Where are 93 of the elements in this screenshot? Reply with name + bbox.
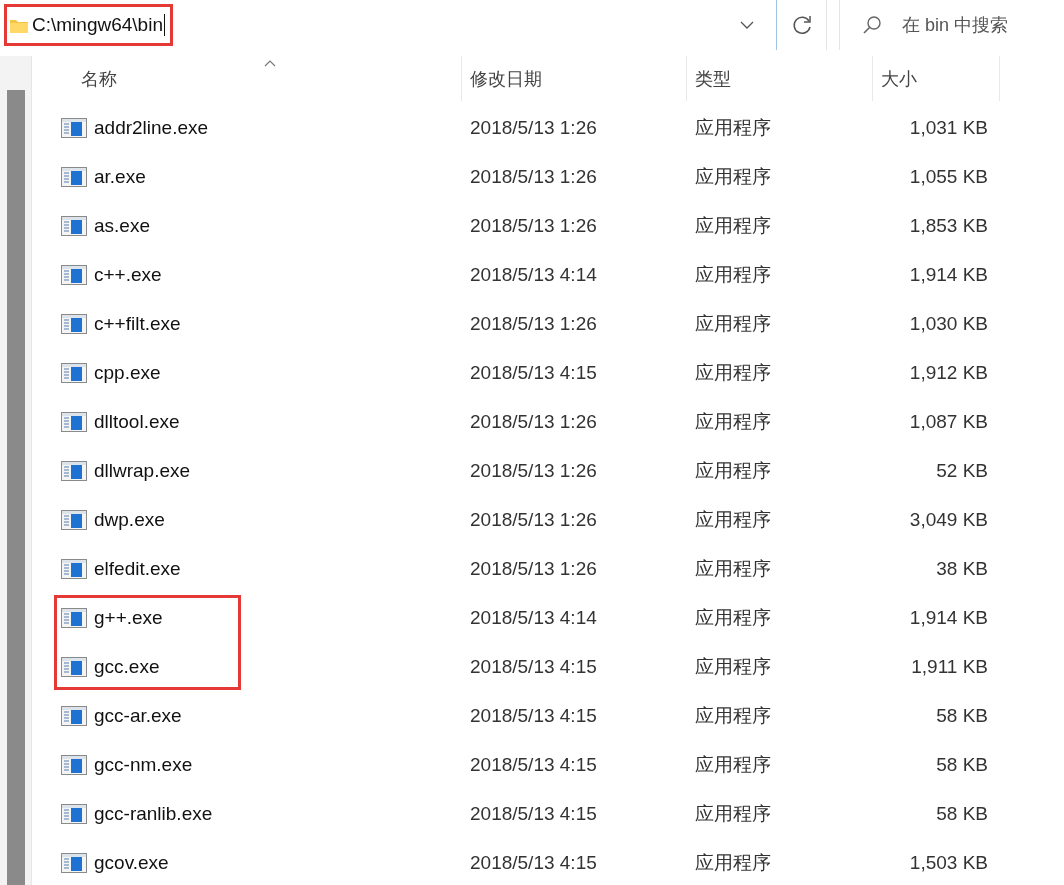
column-header[interactable]: 修改日期 <box>462 56 687 101</box>
type-cell-text: 应用程序 <box>694 360 772 385</box>
size-cell-text: 52 KB <box>935 459 989 482</box>
date-cell-text: 2018/5/13 1:26 <box>469 165 598 188</box>
application-icon <box>61 215 87 236</box>
type-cell-text: 应用程序 <box>694 262 772 287</box>
size-cell-text: 1,503 KB <box>908 851 989 874</box>
type-cell-text: 应用程序 <box>694 850 772 875</box>
file-name[interactable]: gcc-nm.exe <box>94 753 193 776</box>
file-name[interactable]: dwp.exe <box>94 508 165 531</box>
scrollbar[interactable] <box>7 90 25 885</box>
size-cell-text: 1,853 KB <box>908 214 989 237</box>
sort-caret-icon <box>263 60 276 67</box>
type-cell-text: 应用程序 <box>694 213 772 238</box>
type-cell-text: 应用程序 <box>694 164 772 189</box>
type-cell-text: 应用程序 <box>694 752 772 777</box>
application-icon <box>61 117 87 138</box>
size-cell-text: 1,087 KB <box>908 410 989 433</box>
file-name[interactable]: dllwrap.exe <box>94 459 191 482</box>
application-icon <box>61 754 87 775</box>
size-cell-text: 1,030 KB <box>908 312 989 335</box>
folder-icon <box>10 17 28 33</box>
file-name[interactable]: ar.exe <box>94 165 146 188</box>
file-name[interactable]: gcc.exe <box>94 655 160 678</box>
date-cell-text: 2018/5/13 4:14 <box>469 263 598 286</box>
size-cell-text: 1,914 KB <box>908 606 989 629</box>
size-cell-text: 1,912 KB <box>908 361 989 384</box>
type-cell-text: 应用程序 <box>694 311 772 336</box>
date-cell-text: 2018/5/13 1:26 <box>469 410 598 433</box>
file-name[interactable]: c++.exe <box>94 263 162 286</box>
text-cursor <box>163 14 165 36</box>
application-icon <box>61 166 87 187</box>
size-cell-text: 3,049 KB <box>908 508 989 531</box>
size-cell-text: 1,914 KB <box>908 263 989 286</box>
application-icon <box>61 509 87 530</box>
type-cell-text: 应用程序 <box>694 458 772 483</box>
type-cell-text: 应用程序 <box>694 654 772 679</box>
application-icon <box>61 313 87 334</box>
type-cell-text: 应用程序 <box>694 507 772 532</box>
date-cell-text: 2018/5/13 4:15 <box>469 753 598 776</box>
type-cell-text: 应用程序 <box>694 703 772 728</box>
column-header[interactable]: 类型 <box>687 56 873 101</box>
file-name[interactable]: g++.exe <box>94 606 163 629</box>
application-icon <box>61 411 87 432</box>
date-cell-text: 2018/5/13 1:26 <box>469 214 598 237</box>
application-icon <box>61 852 87 873</box>
type-cell-text: 应用程序 <box>694 801 772 826</box>
size-cell-text: 58 KB <box>935 753 989 776</box>
column-header[interactable]: 大小 <box>873 56 1000 101</box>
column-header[interactable]: 名称 <box>32 56 462 101</box>
application-icon <box>61 607 87 628</box>
type-cell-text: 应用程序 <box>694 115 772 140</box>
size-cell-text: 1,055 KB <box>908 165 989 188</box>
application-icon <box>61 264 87 285</box>
size-cell-text: 58 KB <box>935 704 989 727</box>
date-cell-text: 2018/5/13 4:15 <box>469 851 598 874</box>
search-icon <box>862 15 882 35</box>
application-icon <box>61 705 87 726</box>
type-cell-text: 应用程序 <box>694 409 772 434</box>
file-name[interactable]: dlltool.exe <box>94 410 180 433</box>
type-cell-text: 应用程序 <box>694 605 772 630</box>
search-field[interactable]: 在 bin 中搜索 <box>900 13 1054 37</box>
date-cell-text: 2018/5/13 1:26 <box>469 557 598 580</box>
type-cell-text: 应用程序 <box>694 556 772 581</box>
refresh-icon <box>790 14 813 36</box>
date-cell-text: 2018/5/13 1:26 <box>469 116 598 139</box>
application-icon <box>61 460 87 481</box>
date-cell-text: 2018/5/13 1:26 <box>469 459 598 482</box>
size-cell-text: 58 KB <box>935 802 989 825</box>
path-text: C:\mingw64\bin <box>32 14 163 36</box>
date-cell-text: 2018/5/13 4:15 <box>469 655 598 678</box>
date-cell-text: 2018/5/13 1:26 <box>469 508 598 531</box>
date-cell-text: 2018/5/13 4:15 <box>469 704 598 727</box>
date-cell-text: 2018/5/13 4:15 <box>469 802 598 825</box>
application-icon <box>61 803 87 824</box>
file-name[interactable]: c++filt.exe <box>94 312 181 335</box>
application-icon <box>61 656 87 677</box>
file-name[interactable]: gcov.exe <box>94 851 169 874</box>
date-cell-text: 2018/5/13 4:14 <box>469 606 598 629</box>
size-cell-text: 1,031 KB <box>908 116 989 139</box>
file-name[interactable]: gcc-ar.exe <box>94 704 182 727</box>
file-name[interactable]: gcc-ranlib.exe <box>94 802 213 825</box>
file-name[interactable]: addr2line.exe <box>94 116 209 139</box>
chevron-down-icon <box>740 21 754 29</box>
application-icon <box>61 558 87 579</box>
size-cell-text: 1,911 KB <box>910 655 989 678</box>
date-cell-text: 2018/5/13 4:15 <box>469 361 598 384</box>
file-name[interactable]: cpp.exe <box>94 361 161 384</box>
file-name[interactable]: elfedit.exe <box>94 557 181 580</box>
application-icon <box>61 362 87 383</box>
file-name[interactable]: as.exe <box>94 214 150 237</box>
date-cell-text: 2018/5/13 1:26 <box>469 312 598 335</box>
size-cell-text: 38 KB <box>935 557 989 580</box>
